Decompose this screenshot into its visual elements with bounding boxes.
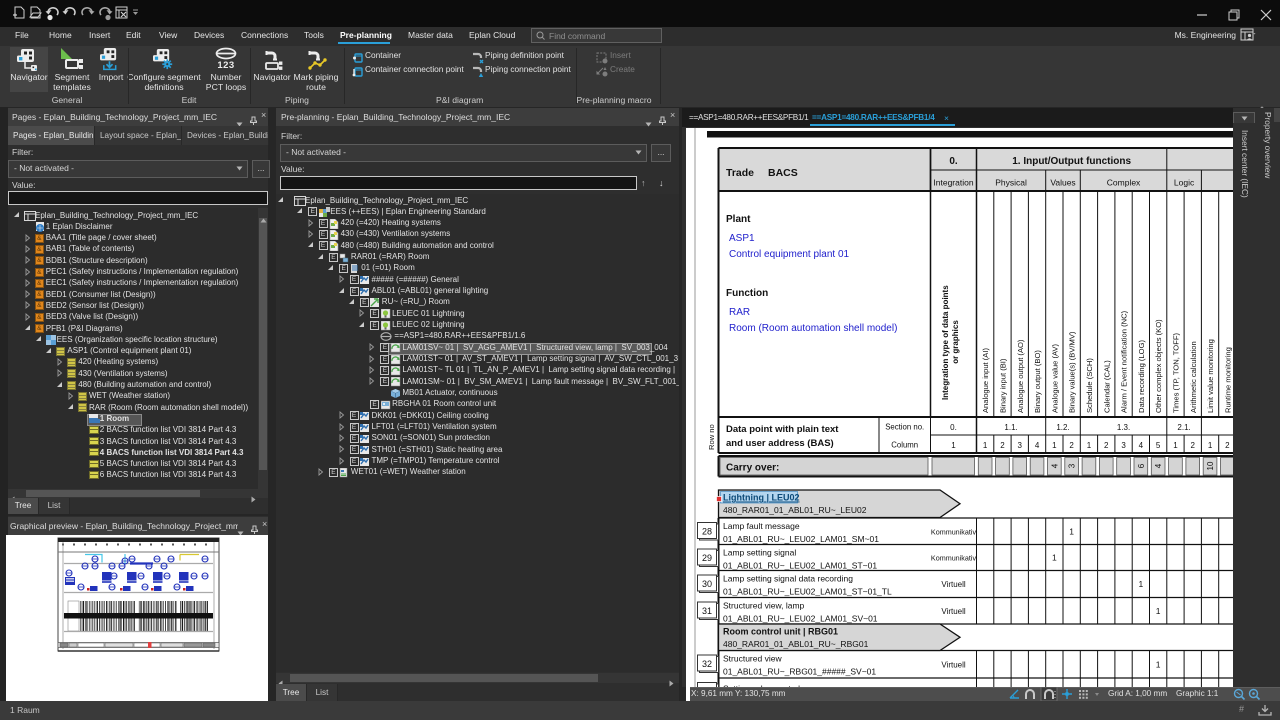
svg-text:Trade: Trade: [726, 167, 754, 179]
svg-text:Arithmetic calculation: Arithmetic calculation: [1189, 341, 1198, 413]
svg-text:6: 6: [1137, 463, 1146, 468]
svg-text:2: 2: [1069, 441, 1074, 450]
svg-text:Kommunikativ: Kommunikativ: [931, 527, 977, 536]
svg-text:Function: Function: [726, 288, 768, 299]
svg-text:2: 2: [1191, 441, 1196, 450]
svg-text:Values: Values: [1050, 178, 1075, 188]
svg-text:Logic: Logic: [1174, 178, 1195, 188]
svg-text:01_ABL01_RU~_RBG01_#####_SV~01: 01_ABL01_RU~_RBG01_#####_SV~01: [723, 667, 876, 677]
svg-text:Calendar (CAL): Calendar (CAL): [1102, 360, 1111, 413]
svg-text:0.: 0.: [950, 423, 957, 432]
svg-text:1: 1: [1156, 659, 1161, 669]
svg-text:30: 30: [702, 579, 712, 589]
svg-text:Other complex objects (KO): Other complex objects (KO): [1154, 319, 1163, 413]
svg-text:BACS: BACS: [768, 167, 798, 179]
svg-text:Structured view, lamp: Structured view, lamp: [723, 601, 805, 611]
svg-text:Analogue value (AV): Analogue value (AV): [1050, 343, 1059, 413]
svg-text:1: 1: [1156, 606, 1161, 616]
svg-text:Analogue output (AO): Analogue output (AO): [1016, 339, 1025, 413]
svg-text:4: 4: [1035, 441, 1040, 450]
svg-text:Column: Column: [891, 441, 918, 450]
svg-text:Structured view: Structured view: [723, 654, 782, 664]
svg-text:Analogue input (AI): Analogue input (AI): [981, 348, 990, 413]
svg-text:Lamp setting signal data recor: Lamp setting signal data recording: [723, 574, 853, 584]
svg-text:10: 10: [1206, 461, 1215, 470]
svg-text:2: 2: [1000, 441, 1005, 450]
svg-text:1.3.: 1.3.: [1117, 423, 1130, 432]
svg-text:Lamp setting signal: Lamp setting signal: [723, 548, 796, 558]
svg-text:Plant: Plant: [726, 214, 751, 225]
svg-text:Room control unit | RBG01: Room control unit | RBG01: [723, 627, 838, 637]
svg-text:1: 1: [983, 441, 988, 450]
svg-text:RAR: RAR: [729, 307, 750, 318]
svg-text:Binary input (BI): Binary input (BI): [998, 358, 1007, 413]
svg-text:Runtime monitoring: Runtime monitoring: [1223, 347, 1232, 413]
svg-text:1. Input/Output functions: 1. Input/Output functions: [1012, 156, 1131, 167]
svg-text:480_RAR01_01_ABL01_RU~_LEU02: 480_RAR01_01_ABL01_RU~_LEU02: [723, 505, 867, 515]
svg-text:480_RAR01_01_ABL01_RU~_RBG01: 480_RAR01_01_ABL01_RU~_RBG01: [723, 639, 869, 649]
svg-text:Row no: Row no: [707, 424, 716, 450]
svg-text:0.: 0.: [949, 156, 958, 167]
svg-text:1: 1: [1069, 526, 1074, 536]
svg-text:1.1.: 1.1.: [1004, 423, 1017, 432]
svg-text:1: 1: [1173, 441, 1178, 450]
svg-text:and user address (BAS): and user address (BAS): [726, 438, 834, 449]
svg-text:Alarm / Event notification (NC: Alarm / Event notification (NC): [1120, 310, 1129, 413]
svg-text:31: 31: [702, 606, 712, 616]
svg-text:Lightning | LEU02: Lightning | LEU02: [723, 493, 800, 503]
svg-text:2.1.: 2.1.: [1177, 423, 1190, 432]
svg-text:2: 2: [1225, 441, 1230, 450]
svg-text:Carry over:: Carry over:: [726, 463, 779, 474]
svg-text:Binary value(s) (BV/MV): Binary value(s) (BV/MV): [1068, 331, 1077, 413]
svg-text:01_ABL01_RU~_LEU02_LAM01_ST~01: 01_ABL01_RU~_LEU02_LAM01_ST~01_TL: [723, 587, 892, 597]
svg-text:Lamp fault message: Lamp fault message: [723, 521, 800, 531]
svg-text:1: 1: [1138, 579, 1143, 589]
svg-text:Binary output (BO): Binary output (BO): [1033, 350, 1042, 413]
svg-text:1: 1: [1087, 441, 1092, 450]
svg-text:Complex: Complex: [1107, 178, 1141, 188]
svg-text:Virtuell: Virtuell: [941, 607, 966, 616]
svg-text:2: 2: [1104, 441, 1109, 450]
svg-text:4: 4: [1154, 463, 1163, 468]
svg-text:Integration type of data point: Integration type of data points: [941, 285, 950, 400]
svg-text:Data point with plain text: Data point with plain text: [726, 424, 839, 435]
svg-text:01_ABL01_RU~_LEU02_LAM01_ST~01: 01_ABL01_RU~_LEU02_LAM01_ST~01: [723, 561, 877, 571]
svg-text:ASP1: ASP1: [729, 233, 755, 244]
svg-text:Virtuell: Virtuell: [941, 660, 966, 669]
svg-text:01_ABL01_RU~_LEU02_LAM01_SM~01: 01_ABL01_RU~_LEU02_LAM01_SM~01: [723, 534, 879, 544]
svg-text:4: 4: [1050, 463, 1059, 468]
svg-text:Limit value monitoring: Limit value monitoring: [1206, 339, 1215, 413]
svg-text:123: 123: [217, 60, 234, 71]
svg-text:4: 4: [1139, 441, 1144, 450]
svg-text:29: 29: [702, 553, 712, 563]
svg-text:1: 1: [951, 441, 956, 450]
svg-text:Room (Room automation shell mo: Room (Room automation shell model): [729, 323, 897, 334]
svg-text:Integration: Integration: [933, 178, 973, 188]
svg-text:1.2.: 1.2.: [1056, 423, 1069, 432]
svg-text:5: 5: [1156, 441, 1161, 450]
svg-text:01_ABL01_RU~_LEU02_LAM01_SV~01: 01_ABL01_RU~_LEU02_LAM01_SV~01: [723, 614, 878, 624]
svg-text:1: 1: [1052, 553, 1057, 563]
svg-text:1: 1: [1052, 441, 1057, 450]
svg-text:Data recording (LOG): Data recording (LOG): [1137, 340, 1146, 413]
svg-text:3: 3: [1068, 463, 1077, 468]
svg-text:32: 32: [702, 659, 712, 669]
svg-text:3: 3: [1018, 441, 1023, 450]
svg-text:Kommunikativ: Kommunikativ: [931, 554, 977, 563]
svg-text:1: 1: [1208, 441, 1213, 450]
svg-text:Times (TP, TON, TOFF): Times (TP, TON, TOFF): [1171, 333, 1180, 413]
svg-text:Section no.: Section no.: [885, 423, 924, 432]
svg-text:3: 3: [1121, 441, 1126, 450]
svg-text:Control equipment plant 01: Control equipment plant 01: [729, 249, 850, 260]
svg-text:Schedule (SCH): Schedule (SCH): [1085, 358, 1094, 413]
svg-text:Physical: Physical: [995, 178, 1027, 188]
svg-text:Virtuell: Virtuell: [941, 580, 966, 589]
svg-text:or graphics: or graphics: [951, 320, 960, 364]
svg-text:28: 28: [702, 527, 712, 537]
